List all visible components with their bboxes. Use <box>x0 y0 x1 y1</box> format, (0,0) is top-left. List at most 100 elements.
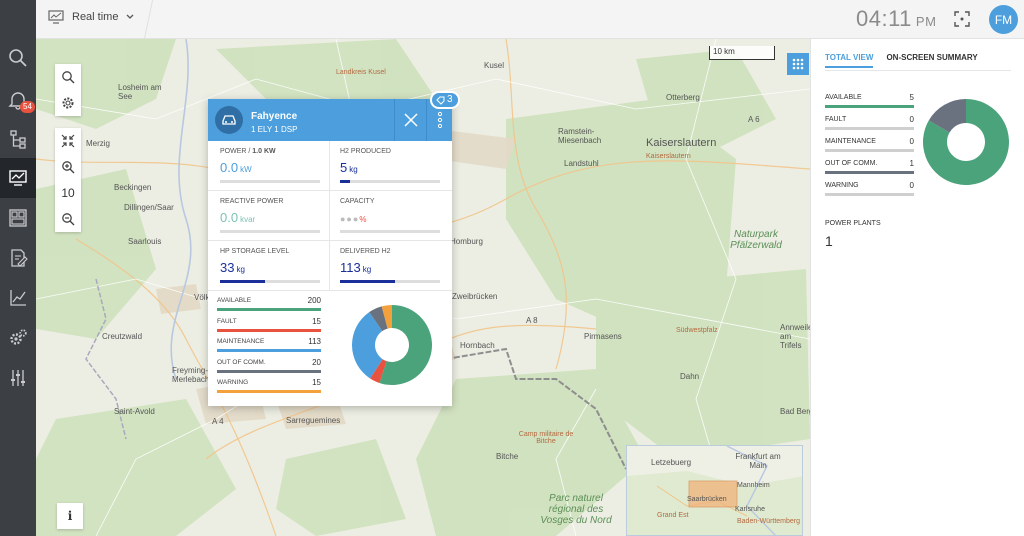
metric-value: 113 kg <box>340 260 452 275</box>
sidebar-monitor-icon[interactable] <box>0 158 36 198</box>
close-icon <box>403 113 418 127</box>
top-bar: Real time 04:11 PM FM <box>36 0 1024 39</box>
status-value: 113 <box>308 337 321 347</box>
map-label: Südwestpfalz <box>676 327 718 334</box>
sidebar-search-icon[interactable] <box>0 38 36 78</box>
metric-label: DELIVERED H2 <box>340 248 391 255</box>
metric-value: ●●●% <box>340 210 452 225</box>
metric-label-text: POWER / <box>220 148 253 155</box>
map-label: A 4 <box>212 417 224 426</box>
status-label: OUT OF COMM. <box>217 358 266 366</box>
status-value: 15 <box>312 316 321 326</box>
clock: 04:11 PM <box>856 6 936 32</box>
grid-view-button[interactable] <box>787 53 809 75</box>
metric-number: 0.0 <box>220 210 239 225</box>
realtime-mode-selector[interactable]: Real time <box>48 10 134 24</box>
sidebar-line-chart-icon[interactable] <box>0 278 36 318</box>
map-label: Losheim am See <box>118 83 162 101</box>
monitor-icon <box>48 10 64 24</box>
status-row-maintenance: MAINTENANCE 0 <box>825 137 914 160</box>
tab-on-screen-summary[interactable]: ON-SCREEN SUMMARY <box>886 53 977 68</box>
map-label: Camp militaire de Bitche <box>518 431 574 445</box>
minimap-label: Saarbrücken <box>687 496 727 503</box>
status-label: WARNING <box>825 182 859 189</box>
summary-tabs: TOTAL VIEW ON-SCREEN SUMMARY <box>825 53 978 68</box>
status-value: 200 <box>307 296 321 305</box>
status-bar <box>217 308 321 311</box>
metric-unit: kg <box>362 265 372 274</box>
metric-value: 33 kg <box>220 260 329 275</box>
minimap-label: Baden-Württemberg <box>737 518 801 525</box>
metric-label-strong: 1.0 KW <box>252 148 276 155</box>
status-value: 1 <box>909 159 914 168</box>
tabs-divider <box>825 70 1011 71</box>
user-avatar[interactable]: FM <box>989 5 1018 34</box>
site-popup: Fahyence 1 ELY 1 DSP 3 POWER / 1.0 KW 0.… <box>208 91 460 406</box>
map-label: Bitche <box>496 452 519 461</box>
metric-bar <box>340 280 440 283</box>
fit-extent-button[interactable] <box>55 128 81 154</box>
status-row-fault: FAULT 15 <box>217 317 321 338</box>
minimap-label: Grand Est <box>657 512 689 519</box>
metrics-grid: POWER / 1.0 KW 0.0 kW H2 PRODUCED 5 kg REA… <box>208 141 452 291</box>
tag-icon <box>436 96 445 105</box>
alarm-count-badge: 54 <box>20 101 35 113</box>
status-value: 0 <box>909 115 914 124</box>
status-label: AVAILABLE <box>825 94 862 101</box>
left-sidebar: 54 <box>0 0 36 536</box>
sidebar-gears-icon[interactable] <box>0 318 36 358</box>
metric-value: 0.0 kvar <box>220 210 329 225</box>
sidebar-dashboard-icon[interactable] <box>0 198 36 238</box>
metric-bar <box>220 280 320 283</box>
map-label: Kaiserslautern <box>646 137 717 149</box>
status-label: FAULT <box>825 116 847 123</box>
search-icon <box>62 71 75 84</box>
sidebar-sliders-icon[interactable] <box>0 358 36 398</box>
metric-label: CAPACITY <box>340 198 375 205</box>
close-popup-button[interactable] <box>394 99 426 141</box>
sidebar-hierarchy-icon[interactable] <box>0 119 36 159</box>
metric-hp-storage: HP STORAGE LEVEL 33 kg <box>208 241 330 291</box>
zoom-in-button[interactable] <box>55 154 81 180</box>
tag-count-badge[interactable]: 3 <box>430 91 460 109</box>
popup-status-donut <box>352 305 432 385</box>
status-label: FAULT <box>217 317 237 325</box>
status-value: 0 <box>909 181 914 190</box>
map-search-button[interactable] <box>55 64 81 90</box>
status-value: 15 <box>312 378 321 388</box>
status-bar <box>217 349 321 353</box>
overview-minimap[interactable]: Letzebuerg Frankfurt am Main Mannheim Sa… <box>626 445 803 536</box>
map-view[interactable]: Kusel Otterberg Ramstein-Miesenbach Kais… <box>36 39 810 536</box>
status-label: AVAILABLE <box>217 297 252 304</box>
map-info-button[interactable]: i <box>57 503 83 529</box>
status-row-fault: FAULT 0 <box>825 115 914 138</box>
map-label: Otterberg <box>666 93 700 102</box>
summary-status-list: AVAILABLE 5 FAULT 0 MAINTENANCE 0 OUT OF COMM.… <box>825 93 914 204</box>
status-value: 0 <box>909 137 914 146</box>
power-plants-count: 1 <box>825 233 833 249</box>
status-label: OUT OF COMM. <box>825 160 878 167</box>
zoom-in-icon <box>62 161 75 174</box>
map-label: Dillingen/Saar <box>124 203 174 212</box>
zoom-out-button[interactable] <box>55 206 81 232</box>
sidebar-report-edit-icon[interactable] <box>0 238 36 278</box>
status-label: MAINTENANCE <box>217 338 265 346</box>
minimap-label: Frankfurt am Main <box>735 452 781 470</box>
map-label: Landstuhl <box>564 159 599 168</box>
map-settings-button[interactable] <box>55 90 81 116</box>
summary-panel: TOTAL VIEW ON-SCREEN SUMMARY AVAILABLE 5 F… <box>810 39 1024 536</box>
map-label: Creutzwald <box>102 332 143 341</box>
sidebar-alarm-bell-icon[interactable]: 54 <box>0 80 36 120</box>
map-label: A 8 <box>526 316 538 325</box>
minimap-label: Letzebuerg <box>651 458 692 467</box>
map-label: Sarreguemines <box>286 416 341 425</box>
map-label: Merzig <box>86 139 111 148</box>
tab-total-view[interactable]: TOTAL VIEW <box>825 53 874 68</box>
map-label: Saarlouis <box>128 237 162 246</box>
status-bar <box>825 193 914 196</box>
fullscreen-icon[interactable] <box>954 11 970 27</box>
clock-time: 04:11 <box>856 6 912 31</box>
metric-label: H2 PRODUCED <box>340 148 391 155</box>
map-label: Kaiserslautern <box>646 153 691 160</box>
metric-label: POWER / 1.0 KW <box>220 148 329 155</box>
